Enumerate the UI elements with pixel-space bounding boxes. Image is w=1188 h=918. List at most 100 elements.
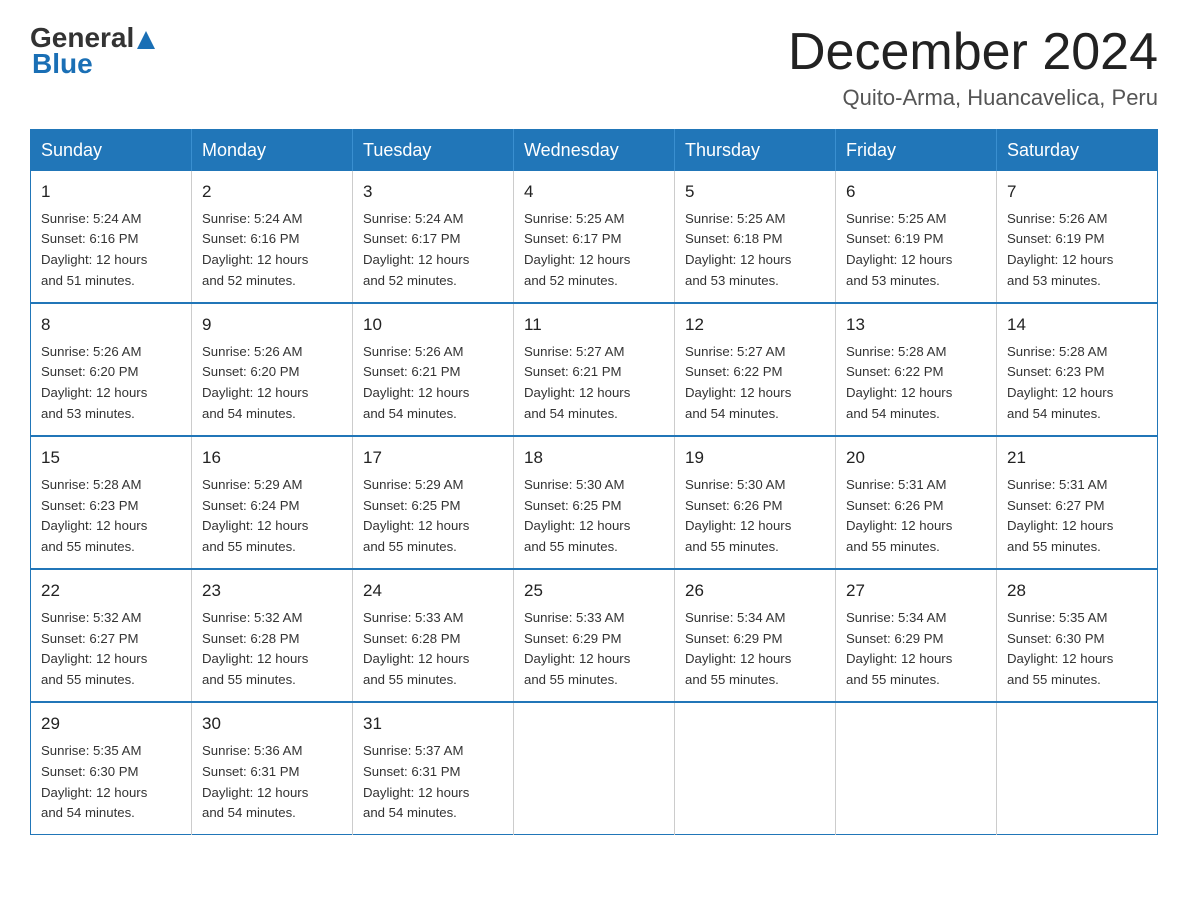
table-row: 3 Sunrise: 5:24 AMSunset: 6:17 PMDayligh… — [353, 171, 514, 303]
table-row: 18 Sunrise: 5:30 AMSunset: 6:25 PMDaylig… — [514, 436, 675, 569]
location-subtitle: Quito-Arma, Huancavelica, Peru — [788, 85, 1158, 111]
day-info: Sunrise: 5:32 AMSunset: 6:27 PMDaylight:… — [41, 610, 147, 688]
day-info: Sunrise: 5:34 AMSunset: 6:29 PMDaylight:… — [685, 610, 791, 688]
table-row: 25 Sunrise: 5:33 AMSunset: 6:29 PMDaylig… — [514, 569, 675, 702]
table-row: 13 Sunrise: 5:28 AMSunset: 6:22 PMDaylig… — [836, 303, 997, 436]
day-info: Sunrise: 5:36 AMSunset: 6:31 PMDaylight:… — [202, 743, 308, 821]
table-row: 1 Sunrise: 5:24 AMSunset: 6:16 PMDayligh… — [31, 171, 192, 303]
table-row — [675, 702, 836, 835]
calendar-week-row: 1 Sunrise: 5:24 AMSunset: 6:16 PMDayligh… — [31, 171, 1158, 303]
day-info: Sunrise: 5:30 AMSunset: 6:26 PMDaylight:… — [685, 477, 791, 555]
day-info: Sunrise: 5:26 AMSunset: 6:20 PMDaylight:… — [202, 344, 308, 422]
day-number: 4 — [524, 179, 664, 205]
table-row: 17 Sunrise: 5:29 AMSunset: 6:25 PMDaylig… — [353, 436, 514, 569]
table-row: 11 Sunrise: 5:27 AMSunset: 6:21 PMDaylig… — [514, 303, 675, 436]
day-number: 9 — [202, 312, 342, 338]
col-wednesday: Wednesday — [514, 130, 675, 172]
day-info: Sunrise: 5:26 AMSunset: 6:20 PMDaylight:… — [41, 344, 147, 422]
day-info: Sunrise: 5:27 AMSunset: 6:22 PMDaylight:… — [685, 344, 791, 422]
table-row: 4 Sunrise: 5:25 AMSunset: 6:17 PMDayligh… — [514, 171, 675, 303]
calendar-week-row: 29 Sunrise: 5:35 AMSunset: 6:30 PMDaylig… — [31, 702, 1158, 835]
table-row: 5 Sunrise: 5:25 AMSunset: 6:18 PMDayligh… — [675, 171, 836, 303]
day-info: Sunrise: 5:35 AMSunset: 6:30 PMDaylight:… — [41, 743, 147, 821]
day-number: 23 — [202, 578, 342, 604]
header: General Blue December 2024 Quito-Arma, H… — [30, 24, 1158, 111]
day-number: 3 — [363, 179, 503, 205]
day-info: Sunrise: 5:25 AMSunset: 6:19 PMDaylight:… — [846, 211, 952, 289]
day-number: 21 — [1007, 445, 1147, 471]
col-friday: Friday — [836, 130, 997, 172]
table-row: 12 Sunrise: 5:27 AMSunset: 6:22 PMDaylig… — [675, 303, 836, 436]
day-info: Sunrise: 5:24 AMSunset: 6:16 PMDaylight:… — [41, 211, 147, 289]
day-number: 2 — [202, 179, 342, 205]
table-row: 29 Sunrise: 5:35 AMSunset: 6:30 PMDaylig… — [31, 702, 192, 835]
day-info: Sunrise: 5:29 AMSunset: 6:25 PMDaylight:… — [363, 477, 469, 555]
table-row — [997, 702, 1158, 835]
table-row: 14 Sunrise: 5:28 AMSunset: 6:23 PMDaylig… — [997, 303, 1158, 436]
logo-blue: Blue — [30, 48, 93, 80]
calendar-table: Sunday Monday Tuesday Wednesday Thursday… — [30, 129, 1158, 835]
day-number: 7 — [1007, 179, 1147, 205]
day-number: 10 — [363, 312, 503, 338]
day-number: 12 — [685, 312, 825, 338]
day-info: Sunrise: 5:25 AMSunset: 6:18 PMDaylight:… — [685, 211, 791, 289]
day-info: Sunrise: 5:27 AMSunset: 6:21 PMDaylight:… — [524, 344, 630, 422]
table-row: 7 Sunrise: 5:26 AMSunset: 6:19 PMDayligh… — [997, 171, 1158, 303]
day-info: Sunrise: 5:30 AMSunset: 6:25 PMDaylight:… — [524, 477, 630, 555]
table-row: 10 Sunrise: 5:26 AMSunset: 6:21 PMDaylig… — [353, 303, 514, 436]
day-info: Sunrise: 5:33 AMSunset: 6:28 PMDaylight:… — [363, 610, 469, 688]
day-info: Sunrise: 5:29 AMSunset: 6:24 PMDaylight:… — [202, 477, 308, 555]
day-number: 16 — [202, 445, 342, 471]
table-row: 20 Sunrise: 5:31 AMSunset: 6:26 PMDaylig… — [836, 436, 997, 569]
table-row: 8 Sunrise: 5:26 AMSunset: 6:20 PMDayligh… — [31, 303, 192, 436]
table-row: 28 Sunrise: 5:35 AMSunset: 6:30 PMDaylig… — [997, 569, 1158, 702]
calendar-week-row: 22 Sunrise: 5:32 AMSunset: 6:27 PMDaylig… — [31, 569, 1158, 702]
day-number: 19 — [685, 445, 825, 471]
day-info: Sunrise: 5:25 AMSunset: 6:17 PMDaylight:… — [524, 211, 630, 289]
day-info: Sunrise: 5:33 AMSunset: 6:29 PMDaylight:… — [524, 610, 630, 688]
day-number: 13 — [846, 312, 986, 338]
day-info: Sunrise: 5:35 AMSunset: 6:30 PMDaylight:… — [1007, 610, 1113, 688]
day-number: 24 — [363, 578, 503, 604]
table-row: 22 Sunrise: 5:32 AMSunset: 6:27 PMDaylig… — [31, 569, 192, 702]
table-row: 30 Sunrise: 5:36 AMSunset: 6:31 PMDaylig… — [192, 702, 353, 835]
day-number: 22 — [41, 578, 181, 604]
table-row: 2 Sunrise: 5:24 AMSunset: 6:16 PMDayligh… — [192, 171, 353, 303]
table-row — [514, 702, 675, 835]
day-number: 20 — [846, 445, 986, 471]
day-number: 1 — [41, 179, 181, 205]
table-row: 21 Sunrise: 5:31 AMSunset: 6:27 PMDaylig… — [997, 436, 1158, 569]
day-number: 26 — [685, 578, 825, 604]
day-number: 14 — [1007, 312, 1147, 338]
table-row: 9 Sunrise: 5:26 AMSunset: 6:20 PMDayligh… — [192, 303, 353, 436]
day-number: 6 — [846, 179, 986, 205]
day-info: Sunrise: 5:28 AMSunset: 6:22 PMDaylight:… — [846, 344, 952, 422]
day-number: 17 — [363, 445, 503, 471]
table-row: 27 Sunrise: 5:34 AMSunset: 6:29 PMDaylig… — [836, 569, 997, 702]
table-row: 23 Sunrise: 5:32 AMSunset: 6:28 PMDaylig… — [192, 569, 353, 702]
logo: General Blue — [30, 24, 155, 80]
day-info: Sunrise: 5:26 AMSunset: 6:19 PMDaylight:… — [1007, 211, 1113, 289]
day-number: 11 — [524, 312, 664, 338]
day-info: Sunrise: 5:37 AMSunset: 6:31 PMDaylight:… — [363, 743, 469, 821]
calendar-week-row: 8 Sunrise: 5:26 AMSunset: 6:20 PMDayligh… — [31, 303, 1158, 436]
calendar-week-row: 15 Sunrise: 5:28 AMSunset: 6:23 PMDaylig… — [31, 436, 1158, 569]
day-number: 27 — [846, 578, 986, 604]
day-info: Sunrise: 5:31 AMSunset: 6:27 PMDaylight:… — [1007, 477, 1113, 555]
col-thursday: Thursday — [675, 130, 836, 172]
calendar-header-row: Sunday Monday Tuesday Wednesday Thursday… — [31, 130, 1158, 172]
day-info: Sunrise: 5:31 AMSunset: 6:26 PMDaylight:… — [846, 477, 952, 555]
day-info: Sunrise: 5:26 AMSunset: 6:21 PMDaylight:… — [363, 344, 469, 422]
day-number: 29 — [41, 711, 181, 737]
day-info: Sunrise: 5:24 AMSunset: 6:17 PMDaylight:… — [363, 211, 469, 289]
logo-arrow-icon — [137, 31, 155, 49]
table-row: 6 Sunrise: 5:25 AMSunset: 6:19 PMDayligh… — [836, 171, 997, 303]
table-row: 15 Sunrise: 5:28 AMSunset: 6:23 PMDaylig… — [31, 436, 192, 569]
day-info: Sunrise: 5:28 AMSunset: 6:23 PMDaylight:… — [41, 477, 147, 555]
col-monday: Monday — [192, 130, 353, 172]
day-number: 30 — [202, 711, 342, 737]
title-block: December 2024 Quito-Arma, Huancavelica, … — [788, 24, 1158, 111]
table-row: 31 Sunrise: 5:37 AMSunset: 6:31 PMDaylig… — [353, 702, 514, 835]
table-row — [836, 702, 997, 835]
day-number: 25 — [524, 578, 664, 604]
